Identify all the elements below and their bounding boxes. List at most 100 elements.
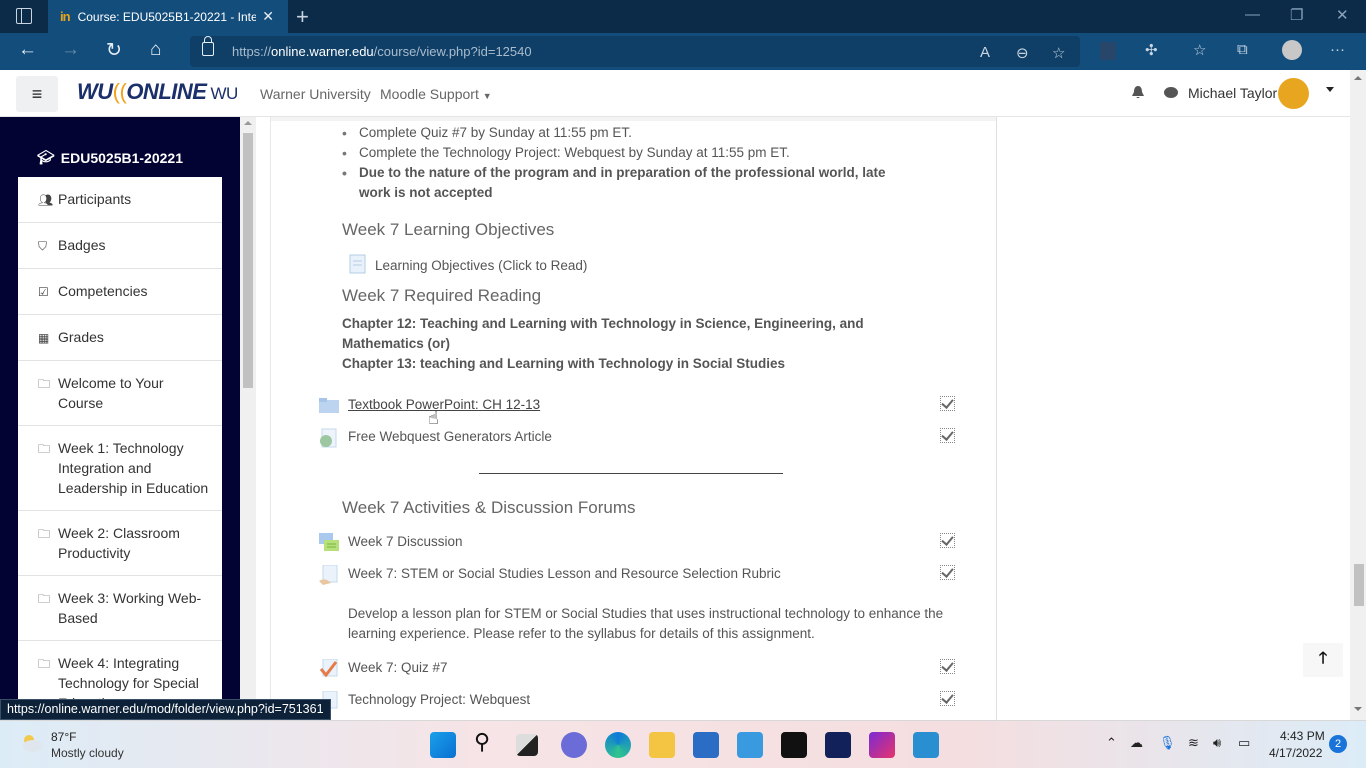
url-text[interactable]: https://online.warner.edu/course/view.ph… bbox=[232, 44, 532, 59]
user-name[interactable]: Michael Taylor bbox=[1188, 85, 1277, 101]
lock-icon[interactable] bbox=[202, 36, 214, 56]
site-logo[interactable]: WU((ONLINE WU bbox=[77, 79, 238, 105]
teams-chat-icon[interactable] bbox=[561, 732, 587, 758]
close-window-icon[interactable]: ✕ bbox=[1336, 6, 1349, 24]
minimize-icon[interactable]: — bbox=[1245, 6, 1260, 23]
nav-link-moodle-support[interactable]: Moodle Support ▼ bbox=[380, 86, 492, 102]
nav-link-warner-university[interactable]: Warner University bbox=[260, 86, 371, 102]
edge-browser-icon[interactable] bbox=[605, 732, 631, 758]
objectives-heading: Week 7 Learning Objectives bbox=[342, 220, 555, 239]
weather-description[interactable]: Mostly cloudy bbox=[51, 746, 124, 760]
scroll-down-arrow-icon[interactable] bbox=[1354, 707, 1362, 711]
completion-checkbox-icon[interactable] bbox=[940, 659, 955, 674]
search-icon[interactable]: ⚲ bbox=[474, 729, 500, 755]
activity-row-stem-rubric: Week 7: STEM or Social Studies Lesson an… bbox=[319, 563, 959, 587]
page-scrollbar-thumb[interactable] bbox=[1354, 564, 1364, 606]
collections-icon[interactable]: ⧉ bbox=[1237, 41, 1248, 58]
add-favorite-icon[interactable]: ☆ bbox=[1052, 44, 1065, 62]
page-scrollbar[interactable] bbox=[1350, 70, 1366, 720]
week-tasks-list: Complete Quiz #7 by Sunday at 11:55 pm E… bbox=[342, 123, 899, 203]
users-icon: 👥︎ bbox=[38, 193, 54, 207]
extensions-puzzle-icon[interactable]: ✣ bbox=[1145, 41, 1158, 59]
right-block-region bbox=[997, 117, 1350, 720]
wifi-icon[interactable]: ≋ bbox=[1188, 735, 1199, 751]
browser-tab-active[interactable]: in Course: EDU5025B1-20221 - Integ ✕ bbox=[48, 0, 288, 33]
completion-checkbox-icon[interactable] bbox=[940, 565, 955, 580]
task-view-icon[interactable] bbox=[516, 734, 538, 756]
show-hidden-icons-icon[interactable]: ⌃ bbox=[1106, 735, 1117, 751]
home-icon[interactable]: ⌂ bbox=[150, 39, 161, 61]
volume-icon[interactable]: 🔊︎ bbox=[1213, 735, 1221, 751]
completion-checkbox-icon[interactable] bbox=[940, 396, 955, 411]
notification-badge[interactable]: 2 bbox=[1329, 735, 1347, 753]
notifications-bell-icon[interactable] bbox=[1132, 86, 1144, 99]
url-input[interactable]: https://online.warner.edu/course/view.ph… bbox=[190, 36, 1080, 67]
table-icon: ▦ bbox=[38, 331, 50, 345]
forward-icon[interactable]: → bbox=[61, 39, 80, 61]
favorites-icon[interactable]: ☆ bbox=[1193, 41, 1206, 59]
microsoft-store-icon[interactable] bbox=[693, 732, 719, 758]
new-tab-icon[interactable]: + bbox=[296, 4, 309, 30]
clock-date[interactable]: 4/17/2022 bbox=[1269, 746, 1322, 760]
completion-checkbox-icon[interactable] bbox=[940, 691, 955, 706]
quiz-7-link[interactable]: Week 7: Quiz #7 bbox=[348, 660, 448, 675]
extension-icon[interactable] bbox=[1100, 42, 1116, 60]
zoom-out-icon[interactable]: ⊖ bbox=[1016, 44, 1029, 62]
drawer-scrollbar-thumb[interactable] bbox=[243, 133, 253, 388]
clock-time[interactable]: 4:43 PM bbox=[1280, 729, 1325, 743]
completion-checkbox-icon[interactable] bbox=[940, 533, 955, 548]
week-7-discussion-link[interactable]: Week 7 Discussion bbox=[348, 534, 463, 549]
profile-avatar-icon[interactable] bbox=[1282, 40, 1302, 60]
stem-rubric-link[interactable]: Week 7: STEM or Social Studies Lesson an… bbox=[348, 566, 781, 581]
learning-objectives-link[interactable]: Learning Objectives (Click to Read) bbox=[375, 258, 587, 273]
tab-actions-icon[interactable] bbox=[16, 8, 32, 24]
technology-project-link[interactable]: Technology Project: Webquest bbox=[348, 692, 530, 707]
textbook-powerpoint-link[interactable]: Textbook PowerPoint: CH 12-13 bbox=[348, 397, 540, 412]
completion-checkbox-icon[interactable] bbox=[940, 428, 955, 443]
scroll-up-arrow-icon[interactable] bbox=[1354, 76, 1362, 80]
back-to-top-button[interactable]: 🡑 bbox=[1303, 643, 1343, 677]
drawer-toggle-button[interactable]: ≡ bbox=[16, 76, 58, 112]
drawer-item-week-3[interactable]: 🗀 Week 3: Working Web-Based bbox=[18, 576, 222, 641]
peacock-app-icon[interactable] bbox=[869, 732, 895, 758]
windows-taskbar: 87°F Mostly cloudy ⚲ ⌃ ☁ 🎙︎ ≋ 🔊︎ ▭ 4:43 … bbox=[0, 720, 1366, 768]
activity-row-week-7-discussion: Week 7 Discussion bbox=[319, 531, 959, 555]
file-explorer-icon[interactable] bbox=[649, 732, 675, 758]
cloudy-weather-icon[interactable] bbox=[20, 734, 44, 752]
restore-icon[interactable]: ❐ bbox=[1290, 6, 1303, 24]
browser-tab-bar: in Course: EDU5025B1-20221 - Integ ✕ + —… bbox=[0, 0, 1366, 33]
drawer-item-participants[interactable]: 👥︎ Participants bbox=[18, 177, 222, 223]
onedrive-cloud-icon[interactable]: ☁ bbox=[1130, 735, 1143, 751]
tab-title: Course: EDU5025B1-20221 - Integ bbox=[77, 9, 256, 24]
refresh-icon[interactable]: ↻ bbox=[106, 39, 122, 62]
drawer-item-welcome[interactable]: 🗀 Welcome to Your Course bbox=[18, 361, 222, 426]
more-menu-icon[interactable]: ··· bbox=[1330, 41, 1345, 58]
drawer-item-competencies[interactable]: ☑ Competencies bbox=[18, 269, 222, 315]
webquest-article-link[interactable]: Free Webquest Generators Article bbox=[348, 429, 552, 444]
messages-icon[interactable] bbox=[1164, 87, 1178, 98]
drawer-course-link[interactable]: 🎓︎ EDU5025B1-20221 bbox=[37, 149, 183, 166]
site-navbar: ≡ WU((ONLINE WU Warner University Moodle … bbox=[0, 70, 1366, 117]
drawer-list: 👥︎ Participants ⛉ Badges ☑ Competencies ▦ Gr… bbox=[18, 177, 222, 720]
weather-temperature[interactable]: 87°F bbox=[51, 730, 76, 744]
back-icon[interactable]: ← bbox=[18, 39, 37, 61]
mail-icon[interactable] bbox=[737, 732, 763, 758]
zoom-app-icon[interactable] bbox=[913, 732, 939, 758]
drawer-item-badges[interactable]: ⛉ Badges bbox=[18, 223, 222, 269]
drawer-item-grades[interactable]: ▦ Grades bbox=[18, 315, 222, 361]
pluto-tv-icon[interactable] bbox=[781, 732, 807, 758]
close-tab-icon[interactable]: ✕ bbox=[262, 8, 274, 25]
caret-down-icon: ▼ bbox=[482, 91, 492, 101]
folder-icon: 🗀 bbox=[38, 527, 51, 541]
user-avatar[interactable] bbox=[1278, 78, 1309, 109]
start-menu-icon[interactable] bbox=[430, 732, 456, 758]
microphone-icon[interactable]: 🎙︎ bbox=[1159, 735, 1176, 751]
drawer-item-week-1[interactable]: 🗀 Week 1: Technology Integration and Lead… bbox=[18, 426, 222, 511]
checkbox-icon: ☑ bbox=[38, 285, 49, 299]
battery-icon[interactable]: ▭ bbox=[1238, 735, 1250, 751]
drawer-scrollbar[interactable] bbox=[240, 117, 256, 720]
disney-plus-icon[interactable] bbox=[825, 732, 851, 758]
read-aloud-icon[interactable]: A bbox=[980, 44, 990, 61]
user-menu-caret-icon[interactable] bbox=[1326, 87, 1334, 92]
drawer-item-week-2[interactable]: 🗀 Week 2: Classroom Productivity bbox=[18, 511, 222, 576]
